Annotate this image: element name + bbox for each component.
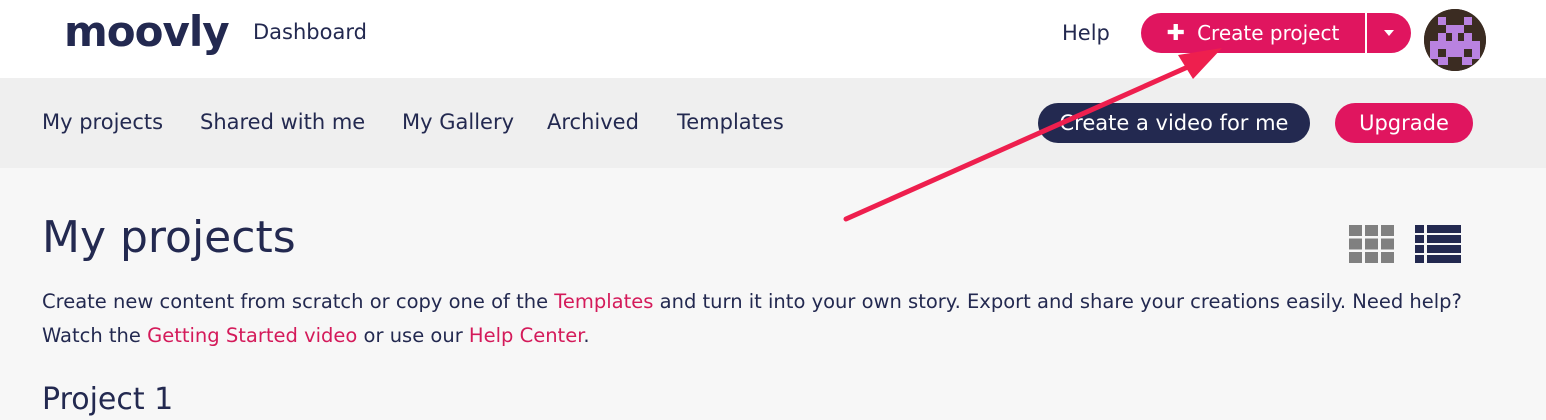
moovly-logo[interactable]: moovly [64, 7, 230, 58]
project-section-title: Project 1 [42, 382, 174, 417]
avatar[interactable] [1424, 9, 1486, 71]
subnav-archived[interactable]: Archived [547, 110, 639, 134]
subnav-my-projects[interactable]: My projects [42, 110, 163, 134]
list-view-icon [1415, 225, 1461, 263]
page-title: My projects [42, 212, 296, 263]
templates-link[interactable]: Templates [554, 290, 653, 313]
nav-help[interactable]: Help [1062, 21, 1110, 45]
nav-dashboard[interactable]: Dashboard [253, 20, 367, 44]
getting-started-video-link[interactable]: Getting Started video [147, 324, 357, 347]
avatar-pixel-icon [1424, 9, 1486, 71]
logo-text: moovly [64, 7, 230, 56]
create-video-for-me-button[interactable]: Create a video for me [1038, 103, 1310, 143]
grid-view-icon [1349, 225, 1394, 263]
intro-text-part: . [583, 324, 590, 347]
intro-text-part: or use our [357, 324, 469, 347]
create-project-label: Create project [1197, 21, 1340, 45]
create-project-button-group: ✚ Create project [1141, 13, 1411, 53]
caret-down-icon [1384, 30, 1394, 36]
intro-text-part: Create new content from scratch or copy … [42, 290, 555, 313]
help-center-link[interactable]: Help Center [469, 324, 584, 347]
upgrade-button[interactable]: Upgrade [1335, 103, 1473, 143]
plus-icon: ✚ [1166, 20, 1186, 46]
sub-navigation: My projects Shared with me My Gallery Ar… [0, 78, 1546, 168]
list-view-toggle[interactable] [1415, 225, 1461, 263]
subnav-templates[interactable]: Templates [677, 110, 784, 134]
grid-view-toggle[interactable] [1349, 225, 1395, 263]
subnav-my-gallery[interactable]: My Gallery [402, 110, 514, 134]
subnav-shared-with-me[interactable]: Shared with me [200, 110, 365, 134]
create-project-button[interactable]: ✚ Create project [1141, 13, 1367, 53]
create-project-dropdown-toggle[interactable] [1367, 13, 1411, 53]
top-bar: moovly Dashboard Help ✚ Create project [0, 0, 1546, 78]
intro-text: Create new content from scratch or copy … [42, 285, 1512, 353]
